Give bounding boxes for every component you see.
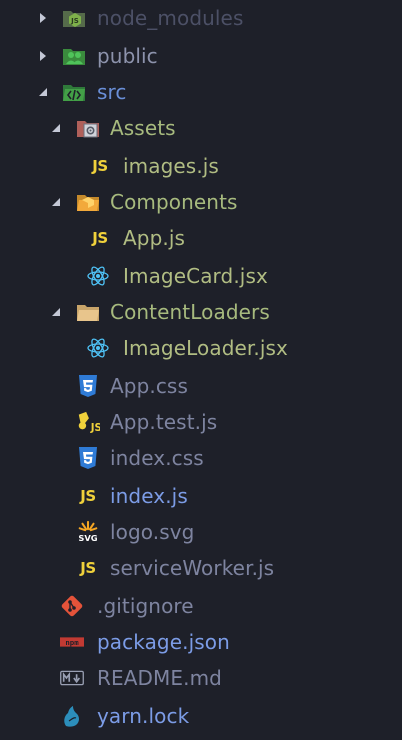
- tree-item-assets[interactable]: Assets: [0, 110, 402, 146]
- tree-item-label: .gitignore: [97, 594, 194, 618]
- tree-item-public[interactable]: public: [0, 38, 402, 74]
- js-file-icon: JS: [92, 229, 108, 247]
- assets-folder-icon: [76, 116, 100, 140]
- chevron-right-icon[interactable]: [35, 48, 51, 64]
- tree-item-label: package.json: [97, 630, 230, 654]
- tree-item-src[interactable]: src: [0, 74, 402, 110]
- tree-item-label: App.js: [123, 226, 186, 250]
- test-js-icon: JS: [76, 410, 100, 434]
- tree-item-app-test-js[interactable]: JS App.test.js: [0, 404, 402, 440]
- node-folder-icon: JS: [62, 6, 86, 30]
- tree-item-label: ImageLoader.jsx: [123, 336, 288, 360]
- tree-item-label: App.test.js: [110, 410, 218, 434]
- components-folder-icon: [76, 190, 100, 214]
- tree-item-package-json[interactable]: npm package.json: [0, 624, 402, 660]
- chevron-down-icon[interactable]: [35, 84, 51, 100]
- tree-item-index-css[interactable]: index.css: [0, 440, 402, 476]
- tree-item-node-modules[interactable]: JS node_modules: [0, 0, 402, 36]
- svg-text:JS: JS: [90, 423, 100, 434]
- tree-item-index-js[interactable]: JS index.js: [0, 478, 402, 514]
- js-file-icon: JS: [92, 157, 108, 175]
- chevron-right-icon[interactable]: [35, 10, 51, 26]
- tree-item-label: src: [97, 80, 127, 104]
- tree-item-label: logo.svg: [110, 520, 195, 544]
- tree-item-images-js[interactable]: JS images.js: [0, 148, 402, 184]
- react-icon: [86, 264, 110, 288]
- svg-text:npm: npm: [65, 638, 79, 647]
- tree-item-label: serviceWorker.js: [110, 556, 275, 580]
- tree-item-app-css[interactable]: App.css: [0, 368, 402, 404]
- npm-icon: npm: [60, 630, 84, 654]
- tree-item-contentloaders[interactable]: ContentLoaders: [0, 294, 402, 330]
- tree-item-label: index.css: [110, 446, 204, 470]
- js-file-icon: JS: [80, 559, 96, 577]
- tree-item-label: ImageCard.jsx: [123, 264, 268, 288]
- tree-item-label: node_modules: [97, 6, 244, 30]
- file-explorer-tree: JS node_modules public src Assets JS ima…: [0, 0, 402, 740]
- tree-item-label: images.js: [123, 154, 219, 178]
- svg-text:SVG: SVG: [78, 533, 97, 543]
- public-folder-icon: [62, 44, 86, 68]
- chevron-down-icon[interactable]: [48, 120, 64, 136]
- tree-item-label: public: [97, 44, 158, 68]
- chevron-down-icon[interactable]: [48, 194, 64, 210]
- markdown-icon: [60, 666, 84, 690]
- tree-item-imageloader-jsx[interactable]: ImageLoader.jsx: [0, 330, 402, 366]
- tree-item-label: Assets: [110, 116, 176, 140]
- js-file-icon: JS: [80, 487, 96, 505]
- tree-item-label: README.md: [97, 666, 222, 690]
- folder-icon: [76, 300, 100, 324]
- css-file-icon: [76, 374, 100, 398]
- tree-item-label: App.css: [110, 374, 188, 398]
- svg-text:JS: JS: [70, 17, 79, 25]
- css-file-icon: [76, 446, 100, 470]
- tree-item-label: yarn.lock: [97, 704, 190, 728]
- tree-item-app-js[interactable]: JS App.js: [0, 220, 402, 256]
- tree-item-gitignore[interactable]: .gitignore: [0, 588, 402, 624]
- tree-item-serviceworker-js[interactable]: JS serviceWorker.js: [0, 550, 402, 586]
- react-icon: [86, 336, 110, 360]
- chevron-down-icon[interactable]: [48, 304, 64, 320]
- tree-item-label: ContentLoaders: [110, 300, 270, 324]
- svg-file-icon: SVG: [76, 520, 100, 544]
- tree-item-readme-md[interactable]: README.md: [0, 660, 402, 696]
- tree-item-yarn-lock[interactable]: yarn.lock: [0, 698, 402, 734]
- tree-item-label: index.js: [110, 484, 188, 508]
- tree-item-imagecard-jsx[interactable]: ImageCard.jsx: [0, 258, 402, 294]
- tree-item-label: Components: [110, 190, 238, 214]
- src-folder-icon: [62, 80, 86, 104]
- yarn-icon: [60, 704, 84, 728]
- git-icon: [60, 594, 84, 618]
- tree-item-components[interactable]: Components: [0, 184, 402, 220]
- tree-item-logo-svg[interactable]: SVG logo.svg: [0, 514, 402, 550]
